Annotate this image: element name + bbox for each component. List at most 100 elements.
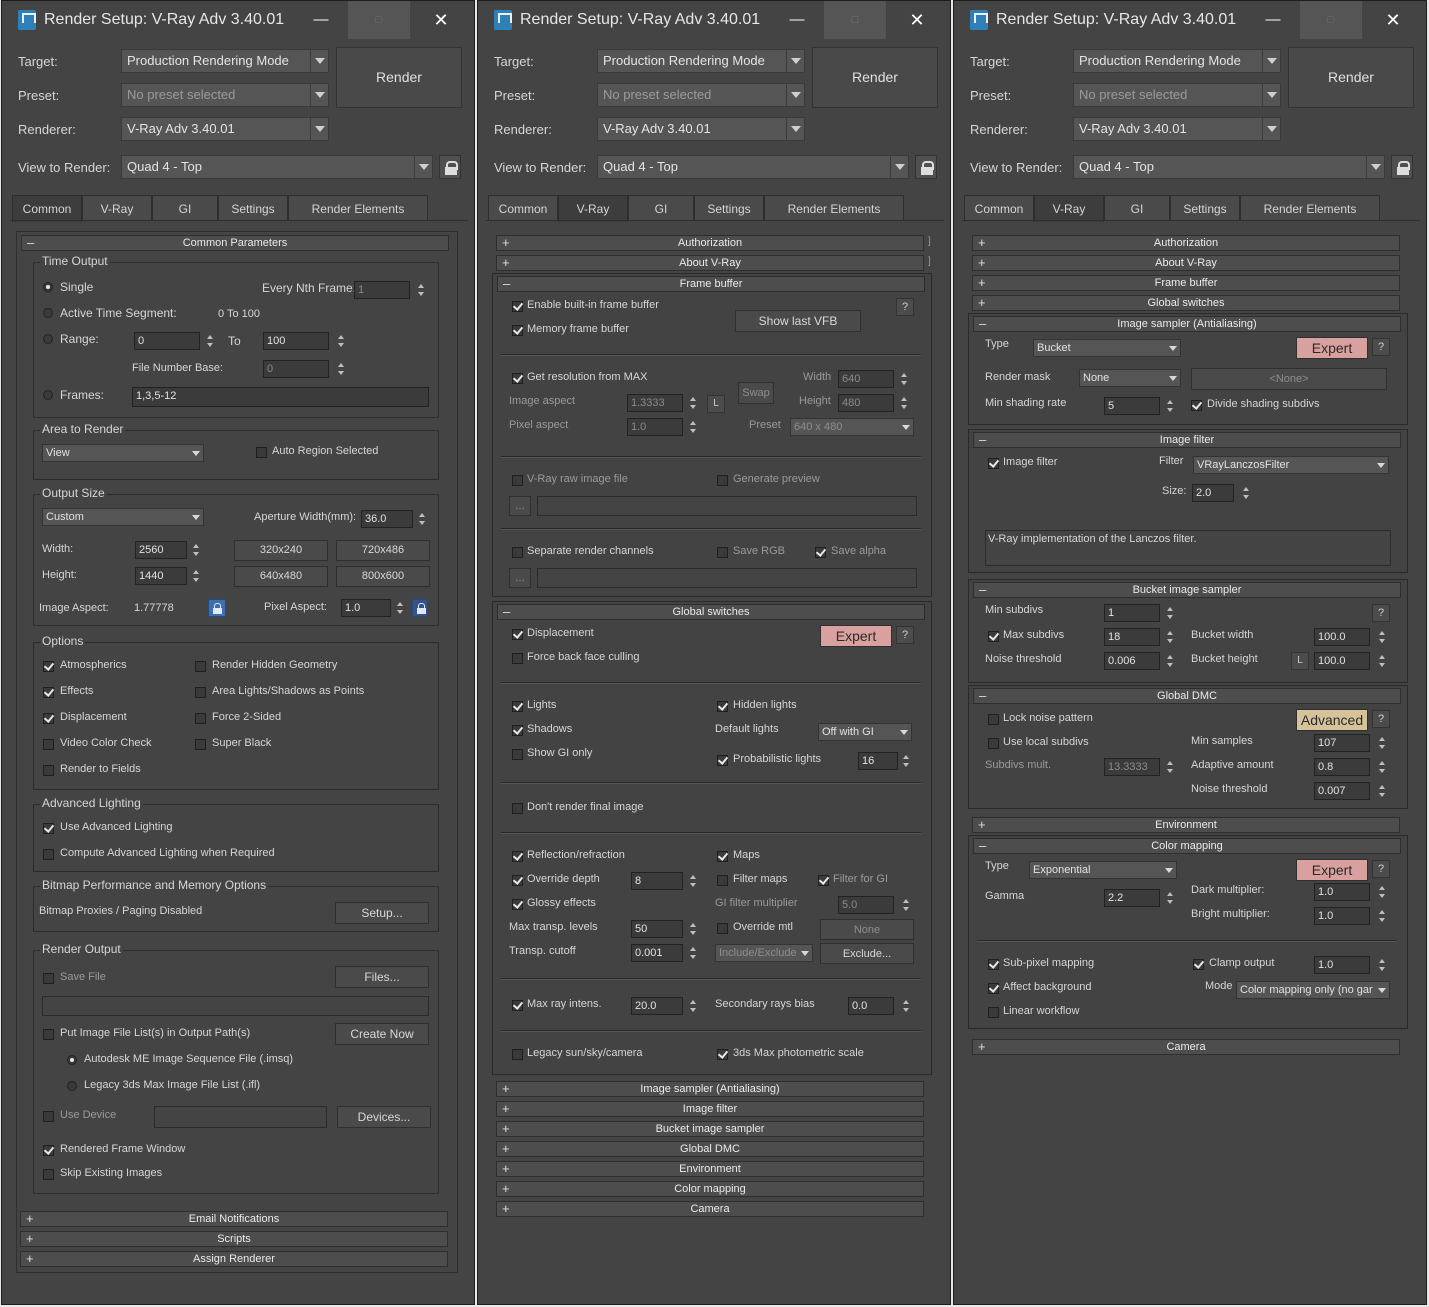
spinner-icon[interactable] xyxy=(688,418,699,436)
range-from-input[interactable]: 0 xyxy=(134,332,200,350)
rollout-image-filter[interactable]: – Image filter xyxy=(973,432,1401,448)
lock-aspect-button[interactable]: L xyxy=(707,395,725,413)
rollout-frame-buffer[interactable]: + Frame buffer xyxy=(972,275,1400,291)
rollout-color-mapping[interactable]: + Color mapping xyxy=(496,1181,924,1197)
save-file-checkbox[interactable] xyxy=(43,973,54,984)
rollout-image-filter[interactable]: + Image filter xyxy=(496,1101,924,1117)
effects-checkbox[interactable] xyxy=(43,687,54,698)
legacy-sun-checkbox[interactable] xyxy=(512,1049,523,1060)
rollout-assign-renderer[interactable]: + Assign Renderer xyxy=(20,1251,448,1267)
rollout-image-sampler[interactable]: + Image sampler (Antialiasing) xyxy=(496,1081,924,1097)
bucket-lock-button[interactable]: L xyxy=(1291,652,1309,670)
image-filter-checkbox[interactable] xyxy=(988,458,999,469)
spinner-icon[interactable] xyxy=(901,997,912,1015)
default-lights-dropdown[interactable]: Off with GI xyxy=(818,723,912,741)
help-button[interactable]: ? xyxy=(1372,604,1390,622)
lock-noise-pattern-checkbox[interactable] xyxy=(988,714,999,725)
super-black-checkbox[interactable] xyxy=(195,739,206,750)
displacement-checkbox[interactable] xyxy=(43,713,54,724)
gamma-input[interactable]: 2.2 xyxy=(1104,889,1160,907)
auto-region-checkbox[interactable] xyxy=(256,447,267,458)
maximize-button[interactable]: □ xyxy=(1300,1,1362,39)
spinner-icon[interactable] xyxy=(1377,652,1388,670)
spinner-icon[interactable] xyxy=(336,360,347,378)
override-mtl-checkbox[interactable] xyxy=(717,923,728,934)
area-lights-checkbox[interactable] xyxy=(195,687,206,698)
aperture-input[interactable]: 36.0 xyxy=(361,510,413,528)
tab-settings[interactable]: Settings xyxy=(1170,195,1240,221)
linear-workflow-checkbox[interactable] xyxy=(988,1007,999,1018)
title-bar[interactable]: Render Setup: V-Ray Adv 3.40.01 — □ ✕ xyxy=(478,1,950,39)
view-to-render-dropdown[interactable]: Quad 4 - Top xyxy=(121,155,433,179)
maps-checkbox[interactable] xyxy=(717,851,728,862)
rollout-bucket-image-sampler[interactable]: – Bucket image sampler xyxy=(973,582,1401,598)
minimize-button[interactable]: — xyxy=(766,1,828,39)
dark-multiplier-input[interactable]: 1.0 xyxy=(1314,883,1370,901)
output-path-field[interactable] xyxy=(42,996,429,1016)
transp-cutoff-input[interactable]: 0.001 xyxy=(631,944,683,962)
probabilistic-lights-input[interactable]: 16 xyxy=(858,752,898,770)
spinner-icon[interactable] xyxy=(901,896,912,914)
lock-pixel-aspect-icon[interactable] xyxy=(412,599,428,617)
close-button[interactable]: ✕ xyxy=(886,1,948,39)
view-to-render-dropdown[interactable]: Quad 4 - Top xyxy=(597,155,909,179)
clamp-output-input[interactable]: 1.0 xyxy=(1314,956,1370,974)
output-size-dropdown[interactable]: Custom xyxy=(42,508,204,526)
spinner-icon[interactable] xyxy=(1377,782,1388,800)
render-hidden-geometry-checkbox[interactable] xyxy=(195,661,206,672)
spinner-icon[interactable] xyxy=(899,394,910,412)
tab-vray[interactable]: V-Ray xyxy=(1034,195,1104,222)
spinner-icon[interactable] xyxy=(1165,652,1176,670)
spinner-icon[interactable] xyxy=(688,872,699,890)
max-transp-levels-input[interactable]: 50 xyxy=(631,920,683,938)
area-dropdown[interactable]: View xyxy=(42,444,204,462)
channels-path-field[interactable] xyxy=(537,568,917,588)
adaptive-amount-input[interactable]: 0.8 xyxy=(1314,758,1370,776)
lock-view-button[interactable] xyxy=(1391,155,1413,179)
target-dropdown[interactable]: Production Rendering Mode xyxy=(597,49,805,73)
range-radio[interactable] xyxy=(43,334,53,344)
minimize-button[interactable]: — xyxy=(1242,1,1304,39)
spinner-icon[interactable] xyxy=(417,510,428,528)
spinner-icon[interactable] xyxy=(1377,734,1388,752)
autodesk-imsq-radio[interactable] xyxy=(67,1055,77,1065)
max-ray-intens-input[interactable]: 20.0 xyxy=(631,997,683,1015)
enable-vfb-checkbox[interactable] xyxy=(512,301,523,312)
help-button[interactable]: ? xyxy=(896,298,914,316)
show-last-vfb-button[interactable]: Show last VFB xyxy=(735,310,861,332)
filter-size-input[interactable]: 2.0 xyxy=(1192,484,1234,502)
tab-common[interactable]: Common xyxy=(12,195,82,222)
close-button[interactable]: ✕ xyxy=(1362,1,1424,39)
lights-checkbox[interactable] xyxy=(512,701,523,712)
displacement-checkbox[interactable] xyxy=(512,629,523,640)
put-image-file-list-checkbox[interactable] xyxy=(43,1029,54,1040)
exclude-button[interactable]: Exclude... xyxy=(820,943,914,964)
target-dropdown[interactable]: Production Rendering Mode xyxy=(121,49,329,73)
tab-render-elements[interactable]: Render Elements xyxy=(288,195,428,221)
render-button[interactable]: Render xyxy=(336,47,462,108)
raw-path-field[interactable] xyxy=(537,496,917,516)
tab-gi[interactable]: GI xyxy=(628,195,694,221)
rollout-environment[interactable]: + Environment xyxy=(972,817,1400,833)
preset-320x240-button[interactable]: 320x240 xyxy=(234,540,328,561)
probabilistic-lights-checkbox[interactable] xyxy=(717,755,728,766)
spinner-icon[interactable] xyxy=(1377,758,1388,776)
tab-common[interactable]: Common xyxy=(488,195,558,221)
render-mask-dropdown[interactable]: None xyxy=(1079,369,1181,387)
browse-channels-button[interactable]: ... xyxy=(509,568,531,588)
expert-mode-button[interactable]: Expert xyxy=(1296,859,1368,881)
fb-height-input[interactable]: 480 xyxy=(838,394,894,412)
view-to-render-dropdown[interactable]: Quad 4 - Top xyxy=(1073,155,1385,179)
bucket-height-input[interactable]: 100.0 xyxy=(1314,652,1370,670)
spinner-icon[interactable] xyxy=(1377,956,1388,974)
filter-for-gi-checkbox[interactable] xyxy=(818,875,829,886)
rollout-common-parameters[interactable]: – Common Parameters xyxy=(21,235,449,251)
bucket-noise-threshold-input[interactable]: 0.006 xyxy=(1104,652,1160,670)
close-button[interactable]: ✕ xyxy=(410,1,472,39)
preset-720x486-button[interactable]: 720x486 xyxy=(336,540,430,561)
rollout-global-switches[interactable]: + Global switches xyxy=(972,295,1400,311)
fb-width-input[interactable]: 640 xyxy=(838,370,894,388)
title-bar[interactable]: Render Setup: V-Ray Adv 3.40.01 — □ ✕ xyxy=(2,1,474,39)
subdivs-mult-input[interactable]: 13.3333 xyxy=(1104,758,1160,776)
rollout-global-dmc[interactable]: – Global DMC xyxy=(973,688,1401,704)
